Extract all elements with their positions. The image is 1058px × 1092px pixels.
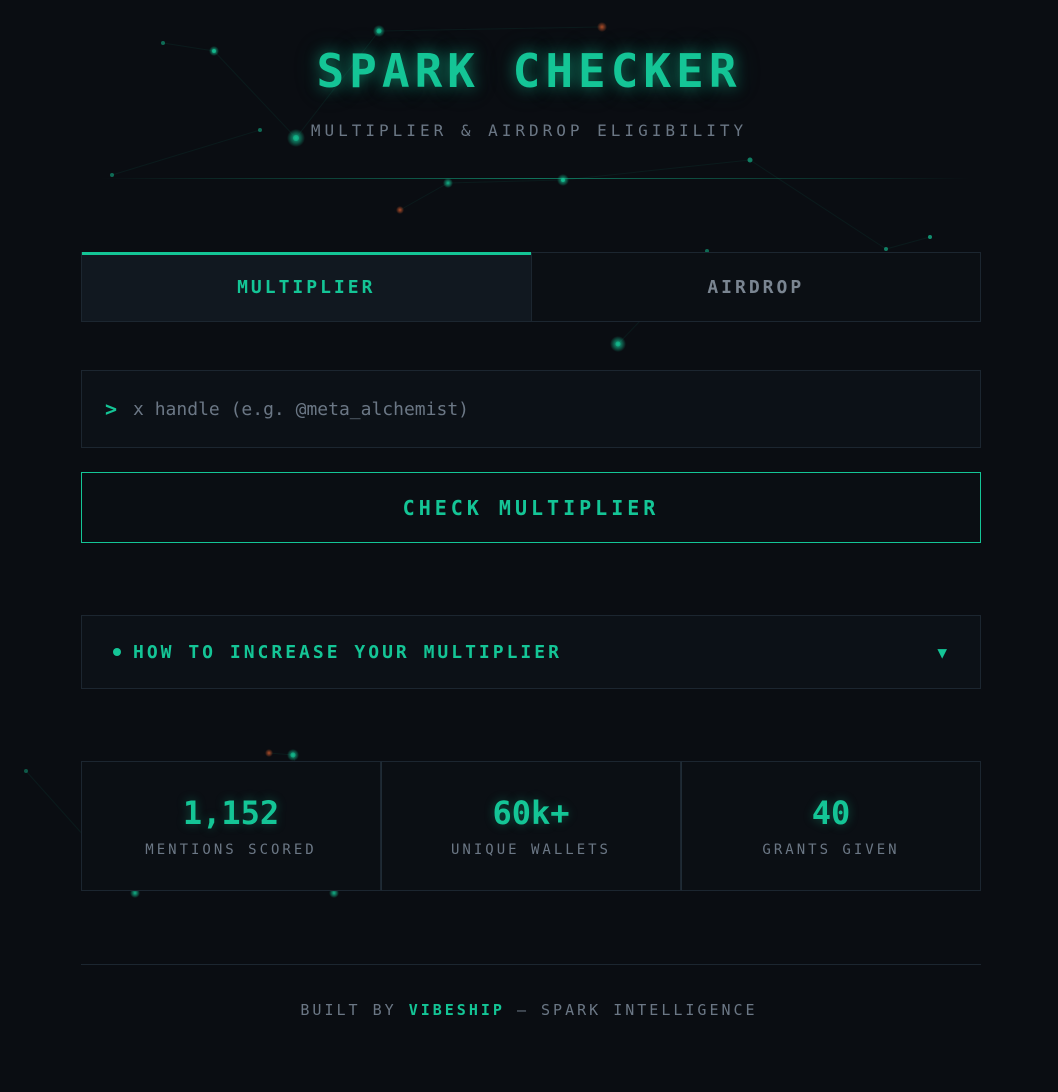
footer-divider [81,964,981,965]
stat-label: MENTIONS SCORED [145,842,317,858]
stat-value: 40 [811,794,851,832]
vibeship-link[interactable]: VIBESHIP [409,1001,505,1019]
footer-suffix: — SPARK INTELLIGENCE [504,1001,758,1019]
stat-value: 60k+ [492,794,570,832]
stat-card-wallets: 60k+ UNIQUE WALLETS [381,761,681,891]
page: SPARK CHECKER MULTIPLIER & AIRDROP ELIGI… [0,0,1058,1092]
stat-card-mentions: 1,152 MENTIONS SCORED [81,761,381,891]
stats-row: 1,152 MENTIONS SCORED 60k+ UNIQUE WALLET… [81,761,981,891]
stat-label: UNIQUE WALLETS [450,842,611,858]
mode-tabs: MULTIPLIER AIRDROP [81,252,981,322]
handle-input[interactable] [133,389,980,429]
tab-multiplier[interactable]: MULTIPLIER [82,252,532,321]
multiplier-tips-accordion[interactable]: HOW TO INCREASE YOUR MULTIPLIER ▼ [81,615,981,689]
page-subtitle: MULTIPLIER & AIRDROP ELIGIBILITY [310,121,748,140]
stat-card-grants: 40 GRANTS GIVEN [681,761,981,891]
stat-label: GRANTS GIVEN [762,842,900,858]
handle-input-field: > [81,370,981,448]
footer: BUILT BY VIBESHIP — SPARK INTELLIGENCE [0,1001,1058,1019]
footer-prefix: BUILT BY [300,1001,409,1019]
header-divider [100,178,970,179]
tab-airdrop[interactable]: AIRDROP [531,253,980,321]
page-title: SPARK CHECKER [316,44,742,98]
accordion-label: HOW TO INCREASE YOUR MULTIPLIER [133,641,562,663]
prompt-icon: > [105,397,118,421]
bullet-dot-icon [113,648,121,656]
check-multiplier-button[interactable]: CHECK MULTIPLIER [81,472,981,543]
chevron-down-icon: ▼ [937,642,947,662]
stat-value: 1,152 [182,794,280,832]
